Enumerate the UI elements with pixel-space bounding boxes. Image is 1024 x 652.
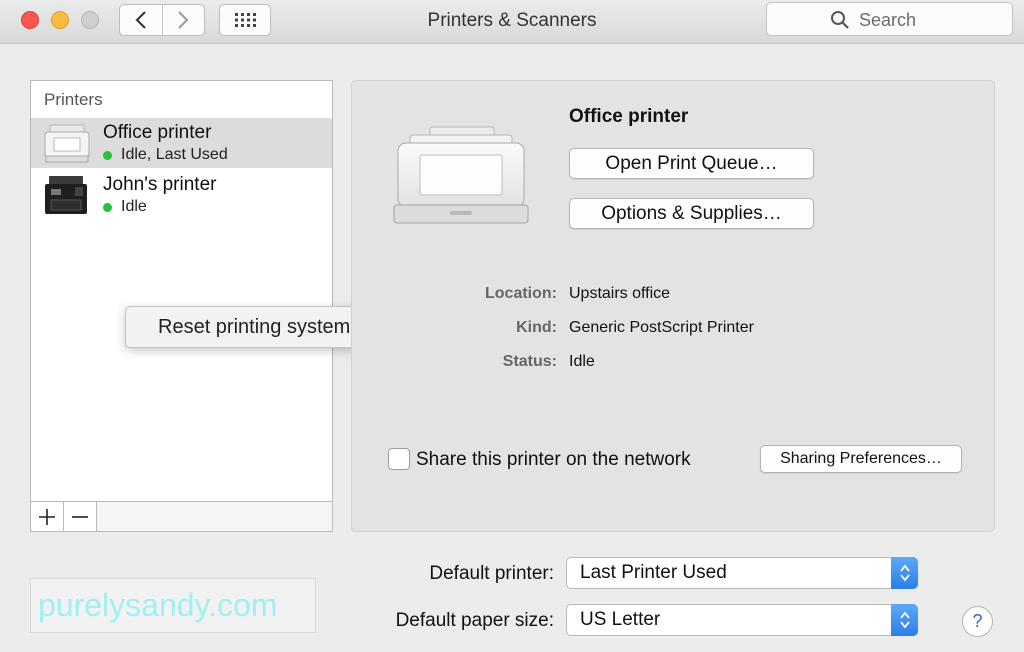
search-placeholder: Search	[859, 10, 917, 30]
printer-list-toolbar	[31, 501, 332, 531]
printer-row-john[interactable]: John's printer Idle	[31, 170, 332, 220]
close-window-button[interactable]	[21, 11, 39, 29]
open-print-queue-button[interactable]: Open Print Queue…	[569, 148, 814, 179]
location-value: Upstairs office	[569, 285, 671, 302]
status-dot-icon	[103, 202, 112, 212]
remove-printer-button[interactable]	[64, 502, 97, 531]
title-bar: Printers & Scanners Search	[0, 0, 1024, 44]
default-printer-label: Default printer:	[429, 563, 554, 584]
printer-status-text: Idle	[121, 198, 147, 215]
printer-status-text: Idle, Last Used	[121, 146, 228, 163]
search-field[interactable]: Search	[766, 2, 1013, 36]
window-title: Printers & Scanners	[427, 10, 597, 31]
grid-icon	[235, 13, 256, 27]
forward-button[interactable]	[161, 5, 204, 35]
navigation-buttons	[119, 4, 205, 36]
minus-icon	[72, 515, 88, 518]
printer-list-header: Printers	[44, 90, 103, 109]
selected-printer-name: Office printer	[569, 106, 689, 127]
share-printer-label[interactable]: Share this printer on the network	[416, 449, 691, 471]
status-label: Status:	[502, 353, 557, 370]
location-label: Location:	[485, 285, 557, 302]
status-value: Idle	[569, 353, 595, 370]
johns-printer-icon	[45, 176, 87, 214]
show-all-button[interactable]	[219, 4, 271, 36]
plus-icon	[39, 508, 55, 525]
kind-label: Kind:	[516, 319, 557, 336]
printer-name: John's printer	[103, 174, 217, 195]
popup-arrows-icon	[891, 557, 918, 589]
selected-printer-icon	[393, 126, 529, 224]
paper-size-value: US Letter	[580, 609, 661, 630]
default-printer-value: Last Printer Used	[580, 562, 727, 583]
printer-status: Idle	[103, 198, 147, 216]
paper-size-popup[interactable]: US Letter	[566, 604, 918, 636]
back-button[interactable]	[120, 5, 162, 35]
kind-value: Generic PostScript Printer	[569, 319, 754, 336]
options-supplies-button[interactable]: Options & Supplies…	[569, 198, 814, 229]
watermark: purelysandy.com	[30, 578, 316, 633]
default-printer-popup[interactable]: Last Printer Used	[566, 557, 918, 589]
help-button[interactable]: ?	[962, 606, 993, 637]
printer-status: Idle, Last Used	[103, 146, 228, 164]
chevron-left-icon	[135, 11, 146, 29]
chevron-right-icon	[178, 11, 189, 29]
search-icon	[831, 11, 849, 29]
status-dot-icon	[103, 150, 112, 160]
office-printer-icon	[44, 124, 90, 163]
sharing-preferences-button[interactable]: Sharing Preferences…	[760, 445, 962, 473]
add-printer-button[interactable]	[31, 502, 64, 531]
popup-arrows-icon	[891, 604, 918, 636]
watermark-text: purelysandy.com	[38, 587, 278, 623]
printer-details-panel: Office printer Open Print Queue… Options…	[351, 80, 995, 532]
minimize-window-button[interactable]	[51, 11, 69, 29]
paper-size-label: Default paper size:	[395, 610, 554, 631]
share-printer-checkbox[interactable]	[388, 448, 410, 470]
zoom-window-button[interactable]	[81, 11, 99, 29]
printer-name: Office printer	[103, 122, 212, 143]
printer-row-office[interactable]: Office printer Idle, Last Used	[31, 118, 332, 168]
